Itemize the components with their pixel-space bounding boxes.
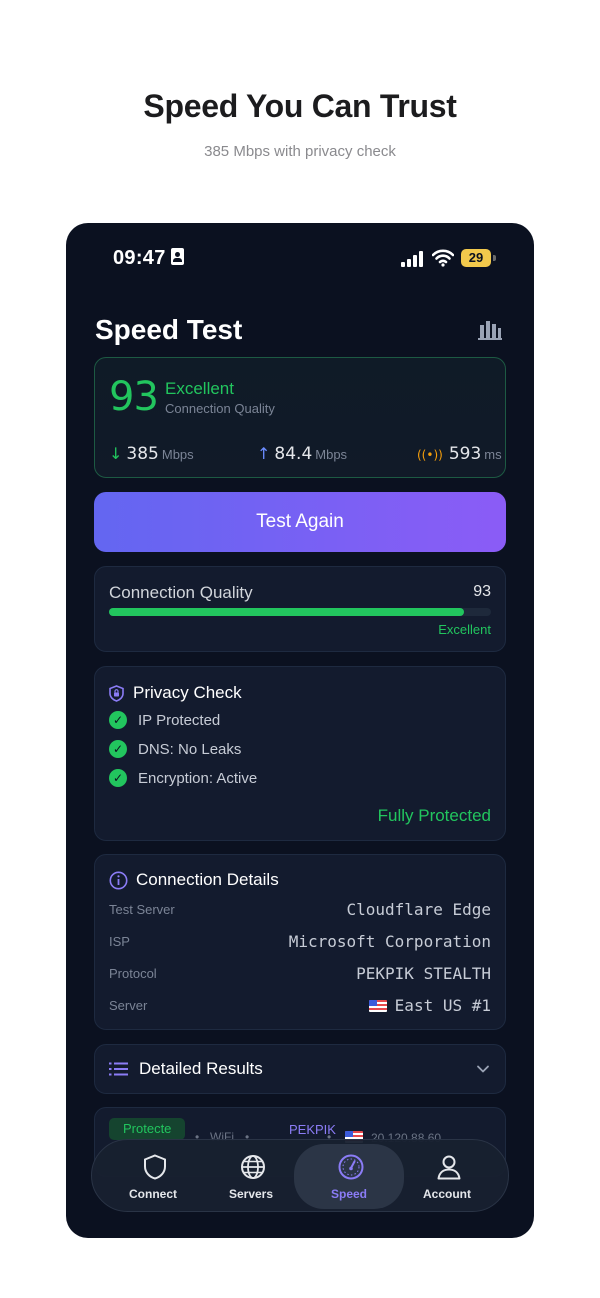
wifi-icon xyxy=(432,249,454,267)
phone-screen: 09:47 29 Speed Test 93 Excellent Connect… xyxy=(66,223,534,1238)
bar-chart-icon[interactable] xyxy=(478,319,502,341)
hero-subtitle: 385 Mbps with privacy check xyxy=(204,143,396,160)
connection-details-card: Connection Details Test Server Cloudflar… xyxy=(94,854,506,1030)
speedometer-icon xyxy=(338,1154,364,1180)
score-label: Excellent xyxy=(165,379,234,398)
protected-badge: Protecte xyxy=(109,1118,186,1140)
ping-metric: ((•)) 593 ms xyxy=(417,444,502,464)
nav-account[interactable]: Account xyxy=(392,1140,502,1213)
bottom-navigation: Connect Servers Speed Account xyxy=(91,1139,509,1212)
privacy-item-dns: ✓ DNS: No Leaks xyxy=(109,740,241,758)
detail-row-test-server: Test Server Cloudflare Edge xyxy=(109,900,491,919)
detail-row-server: Server East US #1 xyxy=(109,996,491,1015)
chevron-down-icon xyxy=(477,1065,489,1073)
connection-quality-card: Connection Quality 93 Excellent xyxy=(94,566,506,652)
privacy-status: Fully Protected xyxy=(377,806,491,825)
detail-row-protocol: Protocol PEKPIK STEALTH xyxy=(109,964,491,983)
globe-icon xyxy=(241,1155,265,1179)
check-icon: ✓ xyxy=(109,740,127,758)
nav-speed[interactable]: Speed xyxy=(294,1144,404,1209)
antenna-icon: ((•)) xyxy=(417,448,443,462)
quality-value: 93 xyxy=(473,583,491,600)
battery-tip xyxy=(493,255,496,261)
download-metric: ↓ 385 Mbps xyxy=(109,444,194,464)
contact-card-icon xyxy=(170,248,184,265)
hero-title: Speed You Can Trust xyxy=(143,88,457,124)
list-icon xyxy=(109,1062,128,1076)
score-sublabel: Connection Quality xyxy=(165,401,275,416)
page-title: Speed Test xyxy=(95,314,243,345)
user-icon xyxy=(437,1155,461,1180)
quality-progress-bar xyxy=(109,608,491,616)
results-header: Detailed Results xyxy=(109,1059,263,1079)
details-header: Connection Details xyxy=(109,870,279,890)
privacy-item-ip: ✓ IP Protected xyxy=(109,711,220,729)
upload-arrow-icon: ↑ xyxy=(257,444,271,463)
privacy-check-card: Privacy Check ✓ IP Protected ✓ DNS: No Lea… xyxy=(94,666,506,841)
us-flag-icon xyxy=(368,1000,387,1012)
detailed-results-toggle[interactable]: Detailed Results xyxy=(94,1044,506,1094)
test-again-button[interactable]: Test Again xyxy=(94,492,506,552)
quality-status: Excellent xyxy=(438,622,491,637)
quality-label: Connection Quality xyxy=(109,583,253,602)
cellular-signal-icon xyxy=(401,251,423,267)
nav-servers[interactable]: Servers xyxy=(196,1140,306,1213)
quality-progress-fill xyxy=(109,608,465,616)
speed-score-card: 93 Excellent Connection Quality ↓ 385 Mbps… xyxy=(94,357,506,478)
battery-indicator: 29 xyxy=(461,249,491,267)
check-icon: ✓ xyxy=(109,769,127,787)
privacy-item-encryption: ✓ Encryption: Active xyxy=(109,769,257,787)
upload-metric: ↑ 84.4 Mbps xyxy=(257,444,348,464)
nav-connect[interactable]: Connect xyxy=(98,1140,208,1213)
shield-lock-icon xyxy=(109,684,124,702)
status-bar: 09:47 29 xyxy=(66,247,534,271)
check-icon: ✓ xyxy=(109,711,127,729)
detail-row-isp: ISP Microsoft Corporation xyxy=(109,932,491,951)
info-icon xyxy=(109,871,128,889)
score-value: 93 xyxy=(109,374,159,420)
download-arrow-icon: ↓ xyxy=(109,444,123,463)
status-time: 09:47 xyxy=(113,247,184,270)
privacy-header: Privacy Check xyxy=(109,683,242,703)
shield-icon xyxy=(144,1154,166,1180)
